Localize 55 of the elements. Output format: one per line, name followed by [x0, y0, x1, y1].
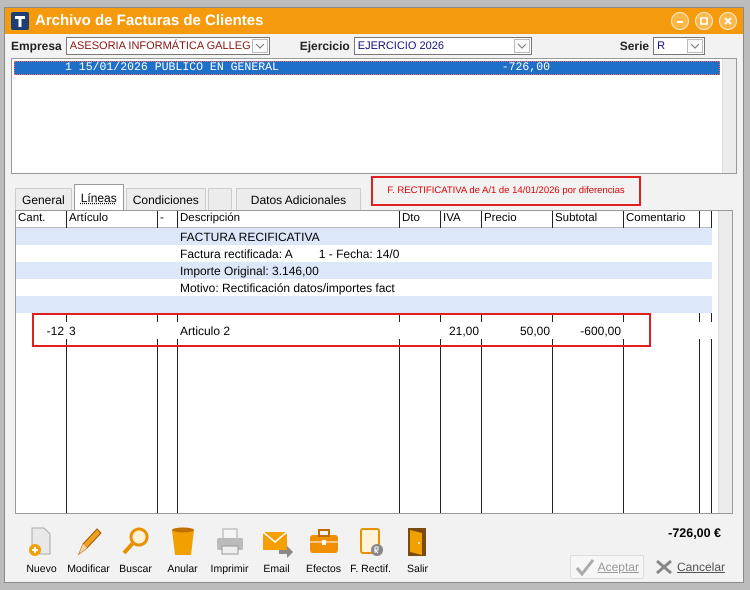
toolbar-button[interactable]: Imprimir	[207, 524, 252, 578]
caret-icon[interactable]	[514, 39, 530, 53]
toolbar-button[interactable]: Efectos	[301, 524, 346, 578]
tab[interactable]: Líneas	[74, 184, 124, 210]
table-cell-text: 21,00	[448, 322, 479, 340]
tab[interactable]: General	[15, 188, 72, 210]
toolbar-button[interactable]: Anular	[160, 524, 205, 578]
toolbar-button[interactable]: Email	[254, 524, 299, 578]
field-label: Serie	[620, 38, 650, 55]
caret-icon[interactable]	[687, 39, 704, 53]
column-header[interactable]: Comentario	[624, 211, 700, 227]
table-cell-text: Factura rectificada: A 1 - Fecha: 14/0	[180, 246, 400, 262]
tab[interactable]: Datos Adicionales	[236, 188, 362, 210]
tab[interactable]: Condiciones	[126, 188, 206, 210]
column-header[interactable]: Descripción	[178, 211, 400, 227]
dropdown-field[interactable]: EJERCICIO 2026	[354, 37, 532, 55]
close-button[interactable]	[719, 12, 737, 30]
list-row[interactable]: 1 15/01/2026 PUBLICO EN GENERAL -726,00	[14, 61, 720, 75]
total-amount: -726,00 €	[668, 525, 721, 542]
table-cell-text: -600,00	[580, 322, 621, 340]
close-icon	[723, 16, 733, 26]
toolbar-button[interactable]: Salir	[395, 524, 440, 578]
toolbar-button[interactable]: F. Rectif.	[348, 524, 393, 578]
column-header[interactable]: Precio	[482, 211, 553, 227]
dropdown-field[interactable]: R	[653, 37, 706, 55]
square-icon	[699, 16, 709, 26]
toolbar-button[interactable]: Nuevo	[19, 524, 64, 578]
close-icon	[654, 558, 674, 576]
column-header[interactable]: Cant.	[16, 211, 67, 227]
column-header[interactable]: Dto	[400, 211, 441, 227]
table-cell-text: 50,00	[520, 322, 550, 340]
caret-icon[interactable]	[252, 39, 268, 53]
column-header[interactable]: Artículo	[67, 211, 158, 227]
table-cell-text: Motivo: Rectificación datos/importes fact	[180, 280, 395, 296]
field-label: Ejercicio	[300, 38, 350, 55]
column-header[interactable]: Subtotal	[553, 211, 624, 227]
cancel-button[interactable]: Cancelar	[650, 554, 729, 579]
column-header[interactable]: -	[158, 211, 178, 227]
field-label: Empresa	[11, 38, 62, 55]
rectificativa-note: F. RECTIFICATIVA de A/1 de 14/01/2026 por diferencias	[371, 176, 641, 206]
dropdown-field[interactable]: ASESORIA INFORMÁTICA GALLEG	[66, 37, 270, 55]
window-title: Archivo de Facturas de Clientes	[35, 10, 264, 31]
column-header[interactable]: IVA	[441, 211, 482, 227]
table-cell-text: FACTURA RECIFICATIVA	[180, 228, 320, 246]
minimize-button[interactable]	[671, 12, 689, 30]
check-icon	[574, 558, 595, 576]
maximize-button[interactable]	[695, 12, 713, 30]
tab[interactable]	[208, 188, 232, 210]
toolbar-button[interactable]: Buscar	[113, 524, 158, 578]
table-cell-text: 3	[69, 322, 76, 340]
toolbar-button[interactable]: Modificar	[66, 524, 111, 578]
app-icon	[11, 12, 29, 30]
table-cell-text: -12	[46, 322, 64, 340]
table-cell-text: Importe Original: 3.146,00	[180, 262, 319, 280]
table-cell-text: Articulo 2	[180, 322, 230, 340]
